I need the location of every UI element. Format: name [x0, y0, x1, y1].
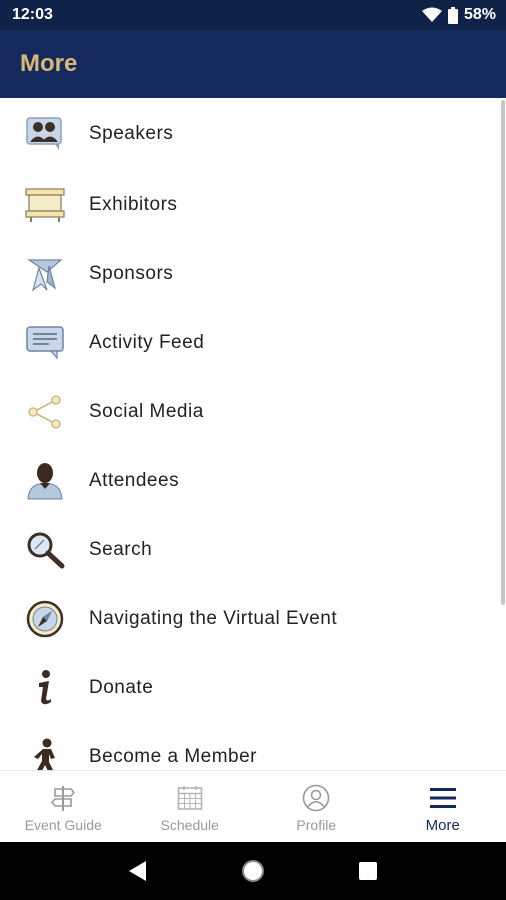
- info-icon: [24, 667, 66, 709]
- menu-item-label: Donate: [89, 676, 154, 698]
- person-icon: [24, 460, 66, 502]
- nav-label: Profile: [296, 817, 337, 833]
- menu-item-activity-feed[interactable]: Activity Feed: [0, 308, 506, 377]
- profile-icon: [301, 783, 331, 813]
- menu-item-become-member[interactable]: Become a Member: [0, 722, 506, 770]
- battery-percentage: 58%: [463, 6, 496, 23]
- status-icons: 58%: [421, 6, 496, 24]
- menu-item-search[interactable]: Search: [0, 515, 506, 584]
- nav-more[interactable]: More: [380, 771, 506, 842]
- share-icon: [24, 391, 66, 433]
- chat-bubble-icon: [24, 322, 66, 364]
- app-bar: More: [0, 30, 506, 98]
- nav-profile[interactable]: Profile: [253, 771, 380, 842]
- menu-item-speakers[interactable]: Speakers: [0, 98, 506, 170]
- scrollbar[interactable]: [501, 100, 505, 605]
- menu-item-label: Activity Feed: [89, 331, 205, 353]
- menu-item-label: Exhibitors: [89, 193, 178, 215]
- back-icon[interactable]: [118, 851, 158, 891]
- magnifier-icon: [24, 529, 66, 571]
- more-menu-list[interactable]: Speakers Exhibitors Sponsors Activity Fe…: [0, 98, 506, 770]
- home-icon[interactable]: [233, 851, 273, 891]
- nav-label: More: [425, 817, 460, 834]
- status-time: 12:03: [12, 6, 53, 23]
- nav-event-guide[interactable]: Event Guide: [0, 771, 127, 842]
- menu-item-exhibitors[interactable]: Exhibitors: [0, 170, 506, 239]
- compass-icon: [24, 598, 66, 640]
- nav-schedule[interactable]: Schedule: [127, 771, 254, 842]
- exhibitors-booth-icon: [24, 184, 66, 226]
- menu-item-attendees[interactable]: Attendees: [0, 446, 506, 515]
- page-title: More: [20, 50, 78, 77]
- menu-item-label: Become a Member: [89, 745, 258, 767]
- system-navigation-bar: [0, 842, 506, 900]
- menu-item-social-media[interactable]: Social Media: [0, 377, 506, 446]
- walking-person-icon: [24, 736, 66, 770]
- wifi-icon: [421, 7, 442, 23]
- status-bar: 12:03 58%: [0, 0, 506, 30]
- speakers-icon: [24, 113, 66, 155]
- calendar-icon: [175, 783, 205, 813]
- menu-item-label: Search: [89, 538, 153, 560]
- menu-item-label: Speakers: [89, 123, 174, 144]
- menu-item-label: Navigating the Virtual Event: [89, 607, 338, 629]
- menu-item-label: Attendees: [89, 469, 180, 491]
- bottom-navigation: Event Guide Schedule Profile More: [0, 770, 506, 842]
- battery-icon: [447, 6, 458, 24]
- hamburger-menu-icon: [428, 783, 458, 813]
- menu-item-donate[interactable]: Donate: [0, 653, 506, 722]
- menu-item-navigating-virtual-event[interactable]: Navigating the Virtual Event: [0, 584, 506, 653]
- nav-label: Schedule: [160, 817, 219, 833]
- recents-icon[interactable]: [348, 851, 388, 891]
- menu-item-sponsors[interactable]: Sponsors: [0, 239, 506, 308]
- signpost-icon: [48, 783, 78, 813]
- menu-item-label: Social Media: [89, 400, 204, 422]
- sponsors-ribbon-icon: [24, 253, 66, 295]
- menu-item-label: Sponsors: [89, 262, 174, 284]
- nav-label: Event Guide: [24, 817, 102, 833]
